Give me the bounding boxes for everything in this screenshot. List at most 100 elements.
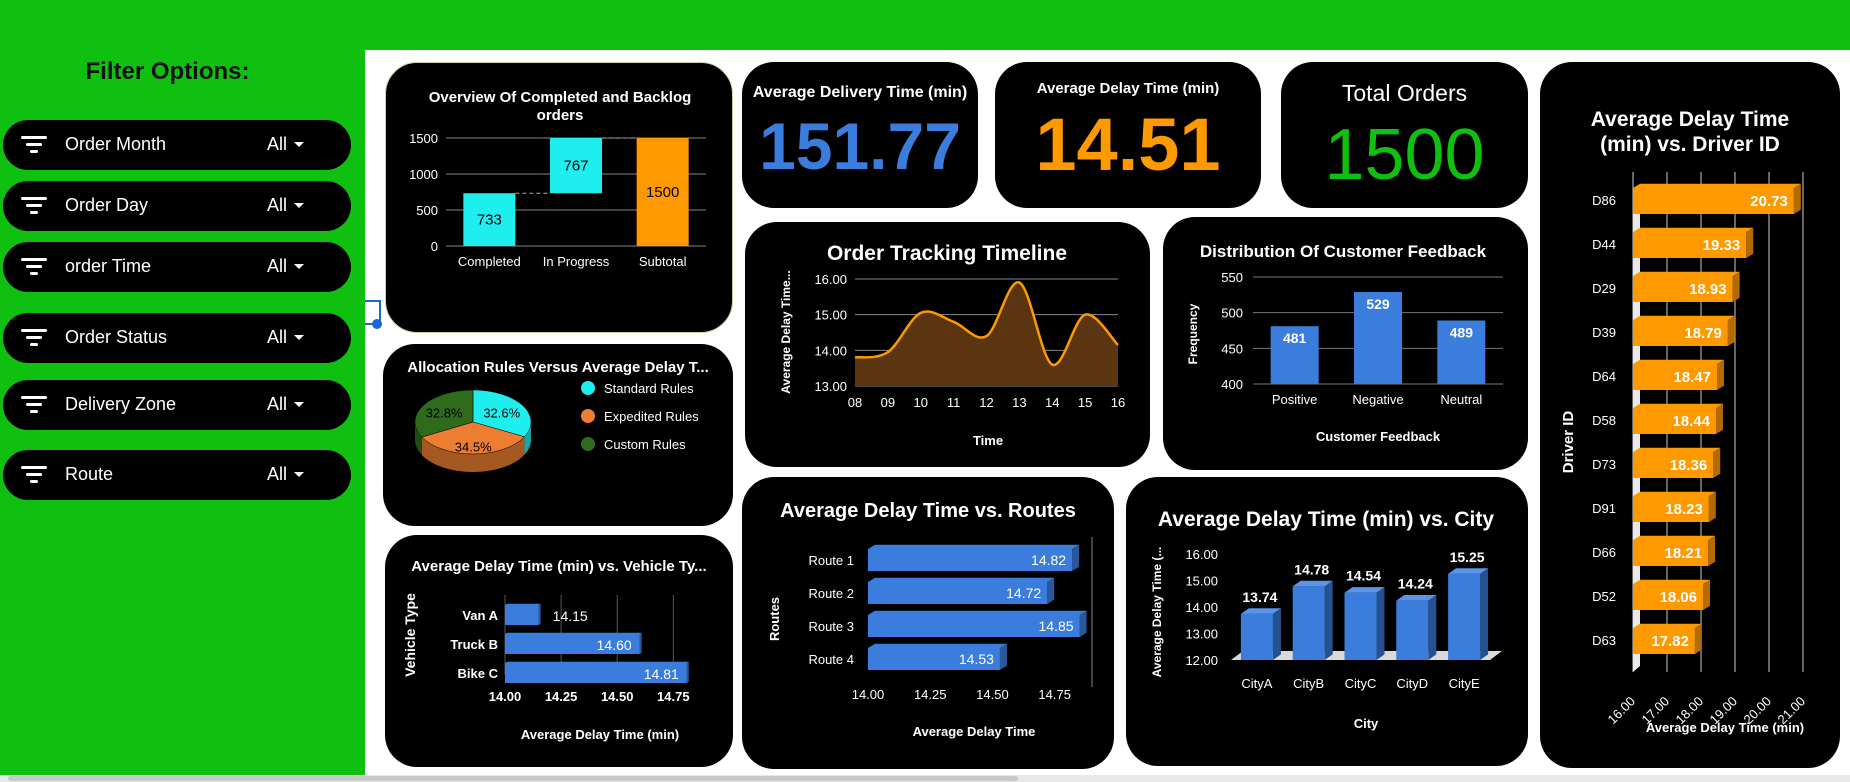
data-label: 18.06 <box>1659 589 1697 606</box>
slicer-label: Order Month <box>65 134 167 154</box>
chevron-down-icon[interactable] <box>294 142 304 147</box>
x-tick-label: CityA <box>1241 676 1272 691</box>
y-axis-title: Average Delay Time... <box>779 270 793 393</box>
bar-top <box>1633 535 1716 540</box>
data-label: 18.79 <box>1684 325 1722 342</box>
slicer-value[interactable]: All <box>267 134 287 155</box>
horizontal-scrollbar[interactable] <box>0 775 1850 782</box>
slicer-delivery-zone[interactable]: Delivery Zone All <box>3 380 351 430</box>
chart-routes[interactable]: Average Delay Time vs. Routes 14.00 14.25 1… <box>742 477 1114 769</box>
slicer-label: Delivery Zone <box>65 394 177 414</box>
bar-side <box>1732 271 1740 302</box>
data-label: 14.53 <box>959 651 994 667</box>
chart-vehicle-type[interactable]: Average Delay Time (min) vs. Vehicle Ty.… <box>385 535 733 767</box>
x-tick-label: 14.50 <box>601 689 634 704</box>
data-label: 18.36 <box>1670 457 1708 474</box>
data-label: 767 <box>563 158 588 175</box>
chart-title: Average Delay Time (min) vs. Vehicle Ty.… <box>411 558 706 575</box>
bar <box>1240 613 1273 660</box>
kpi-card-avg-delay[interactable]: Average Delay Time (min) 14.51 <box>995 62 1261 208</box>
y-axis-title: Vehicle Type <box>402 593 418 677</box>
x-tick-label: Negative <box>1352 392 1403 407</box>
bar-side <box>1072 544 1080 571</box>
chevron-down-icon[interactable] <box>294 472 304 477</box>
slicer-value[interactable]: All <box>267 195 287 216</box>
kpi-card-total-orders[interactable]: Total Orders 1500 <box>1281 62 1528 208</box>
y-axis-title: Average Delay Time (... <box>1150 547 1164 678</box>
x-tick-label: CityD <box>1396 676 1428 691</box>
bar-top <box>868 643 1007 648</box>
data-label: 1500 <box>646 184 679 201</box>
y-tick-label: 16.00 <box>814 272 847 287</box>
slicer-value[interactable]: All <box>267 394 287 415</box>
x-tick-label: 08 <box>848 395 862 410</box>
chart-city[interactable]: Average Delay Time (min) vs. City 12.00 13… <box>1126 477 1528 766</box>
slicer-order-month[interactable]: Order Month All <box>3 120 351 170</box>
slice-label: 34.5% <box>455 440 492 455</box>
bar-side <box>1708 491 1716 522</box>
slicer-order-status[interactable]: Order Status All <box>3 313 351 363</box>
bar-top <box>868 544 1080 549</box>
chart-title: Average Delay Time vs. Routes <box>780 500 1076 522</box>
kpi-value: 14.51 <box>1035 103 1221 186</box>
y-tick-label: Route 2 <box>808 586 854 601</box>
filter-icon <box>21 329 47 347</box>
data-label: 14.82 <box>1031 552 1066 568</box>
data-label: 14.72 <box>1006 585 1041 601</box>
y-tick-label: Route 3 <box>808 619 854 634</box>
chart-driver[interactable]: Average Delay Time (min) vs. Driver ID 16.… <box>1540 62 1840 768</box>
chart-title: Order Tracking Timeline <box>827 242 1067 265</box>
kpi-card-avg-delivery[interactable]: Average Delivery Time (min) 151.77 <box>742 62 978 208</box>
kpi-value: 151.77 <box>759 109 961 183</box>
data-label: 733 <box>477 212 502 229</box>
bar-side <box>1324 580 1333 660</box>
slicer-value[interactable]: All <box>267 327 287 348</box>
data-label: 20.73 <box>1750 193 1788 210</box>
y-tick-label: Bike C <box>458 666 499 681</box>
chart-completed-backlog[interactable]: Overview Of Completed and Backlog orders 0… <box>385 62 733 333</box>
bar-side <box>686 661 689 683</box>
y-tick-label: 500 <box>1221 306 1243 321</box>
x-tick-label: 14.00 <box>852 687 885 702</box>
slicer-route[interactable]: Route All <box>3 450 351 500</box>
data-label: 14.24 <box>1398 576 1433 592</box>
x-tick-label: 16.00 <box>1605 694 1639 728</box>
legend-label: Standard Rules <box>604 381 694 396</box>
chevron-down-icon[interactable] <box>294 335 304 340</box>
slicer-value[interactable]: All <box>267 256 287 277</box>
y-tick-label: D91 <box>1592 501 1616 516</box>
scrollbar-thumb[interactable] <box>8 776 1018 781</box>
chart-title: Distribution Of Customer Feedback <box>1200 242 1487 261</box>
chart-timeline[interactable]: Order Tracking Timeline 13.00 14.00 15.00 16… <box>745 222 1150 467</box>
bar <box>1292 586 1325 660</box>
city-chart: Average Delay Time (min) vs. City 12.00 13… <box>1150 508 1502 731</box>
y-tick-label: 550 <box>1221 270 1243 285</box>
chart-feedback[interactable]: Distribution Of Customer Feedback 400 450 5… <box>1163 217 1528 470</box>
slicer-order-time[interactable]: order Time All <box>3 242 351 292</box>
chart-allocation-rules[interactable]: Allocation Rules Versus Average Delay T.… <box>383 344 733 526</box>
y-tick-label: D29 <box>1592 281 1616 296</box>
legend-marker <box>581 437 595 451</box>
x-tick-label: In Progress <box>543 254 610 269</box>
x-tick-label: 11 <box>947 395 961 410</box>
x-tick-label: CityC <box>1345 676 1377 691</box>
area-fill <box>855 282 1118 386</box>
bar-side <box>639 632 642 654</box>
y-tick-label: D63 <box>1592 633 1616 648</box>
slicer-value[interactable]: All <box>267 464 287 485</box>
y-tick-label: 15.00 <box>814 308 847 323</box>
bar-top <box>868 610 1087 615</box>
chevron-down-icon[interactable] <box>294 203 304 208</box>
resize-handle-dot[interactable] <box>372 319 382 329</box>
y-tick-label: 16.00 <box>1185 547 1218 562</box>
slicer-order-day[interactable]: Order Day All <box>3 181 351 231</box>
y-tick-label: D86 <box>1592 193 1616 208</box>
chevron-down-icon[interactable] <box>294 264 304 269</box>
y-tick-label: Truck B <box>450 637 498 652</box>
y-tick-label: 1000 <box>409 167 438 182</box>
legend-marker <box>581 409 595 423</box>
chevron-down-icon[interactable] <box>294 402 304 407</box>
y-tick-label: 14.00 <box>1185 600 1218 615</box>
bar-top <box>505 632 642 634</box>
bar <box>1448 573 1481 660</box>
